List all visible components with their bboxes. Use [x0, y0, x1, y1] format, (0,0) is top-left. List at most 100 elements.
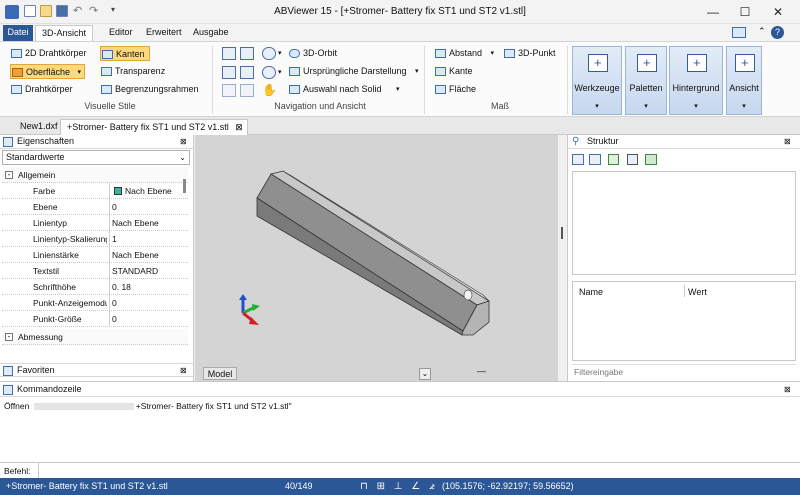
tab-editor[interactable]: Editor	[103, 25, 139, 41]
property-value[interactable]: 0. 18	[109, 279, 131, 295]
property-row[interactable]: Punkt-Größe 0	[2, 311, 188, 327]
tools-button[interactable]: Werkzeuge ▾	[572, 46, 622, 115]
command-input[interactable]	[38, 463, 798, 478]
property-value[interactable]: Nach Ebene	[109, 215, 159, 231]
point-3d-button[interactable]: 3D-Punkt	[503, 46, 556, 61]
property-row[interactable]: Linientyp Nach Ebene	[2, 215, 188, 231]
split-view-icon[interactable]	[589, 154, 601, 165]
structure-tree[interactable]	[572, 171, 796, 275]
close-button[interactable]: ✕	[765, 3, 791, 21]
edge-label: Kante	[449, 66, 473, 76]
command-icon	[3, 385, 13, 395]
initial-view-icon	[289, 67, 300, 76]
property-value[interactable]: 0	[109, 199, 117, 215]
column-header-value[interactable]: Wert	[688, 287, 707, 297]
snap-icons[interactable]: ⊓ ⊞ ⊥ ∠ ⦨	[360, 478, 438, 495]
tab-ausgabe[interactable]: Ausgabe	[187, 25, 235, 41]
doc-tab-stl[interactable]: +Stromer- Battery fix ST1 und ST2 v1.stl…	[60, 119, 248, 135]
zoom-extents-icon[interactable]	[240, 47, 254, 60]
section-general[interactable]: - Allgemein	[2, 167, 188, 183]
tab-erweitert[interactable]: Erweitert	[140, 25, 188, 41]
property-row[interactable]: Textstil STANDARD	[2, 263, 188, 279]
surface-dropdown[interactable]: Oberfläche ▾	[10, 64, 86, 79]
filter-input[interactable]: Filtereingabe	[572, 364, 796, 378]
refresh-icon[interactable]	[645, 154, 657, 165]
select-by-solid-dropdown[interactable]: Auswahl nach Solid ▾	[288, 82, 402, 97]
print-icon[interactable]	[627, 154, 638, 165]
command-input-row[interactable]: Befehl:	[0, 462, 800, 478]
area-button[interactable]: Fläche	[434, 82, 476, 97]
doc-tab-new1[interactable]: New1.dxf	[14, 119, 64, 135]
properties-icon	[3, 137, 13, 147]
fit-icon[interactable]	[240, 66, 254, 79]
transparency-button[interactable]: Transparenz	[100, 64, 165, 79]
collapse-icon[interactable]: -	[5, 333, 13, 341]
defaults-select[interactable]: Standardwerte ⌄	[2, 150, 190, 165]
maximize-button[interactable]: ☐	[732, 3, 758, 21]
initial-view-dropdown[interactable]: Ursprüngliche Darstellung ▾	[288, 64, 421, 79]
property-value[interactable]: 0	[109, 295, 117, 311]
edge-button[interactable]: Kante	[434, 64, 473, 79]
close-icon[interactable]: ⊠	[235, 120, 243, 135]
export-icon[interactable]	[608, 154, 619, 165]
close-icon[interactable]: ⊠	[180, 135, 187, 148]
background-button[interactable]: Hintergrund ▾	[669, 46, 723, 115]
palettes-button[interactable]: Paletten ▾	[625, 46, 667, 115]
properties-grid[interactable]: Name Wert	[572, 281, 796, 361]
property-row[interactable]: Farbe Nach Ebene	[2, 183, 188, 199]
properties-panel: Eigenschaften ⊠ Standardwerte ⌄ - Allgem…	[0, 135, 194, 381]
snap-icon[interactable]	[222, 84, 236, 97]
close-icon[interactable]: ⊠	[784, 135, 791, 148]
collapse-ribbon-icon[interactable]: ⌃	[758, 26, 766, 37]
select-icon[interactable]	[240, 84, 254, 97]
property-value[interactable]: Nach Ebene	[109, 247, 159, 263]
bounding-box-button[interactable]: Begrenzungsrahmen	[100, 82, 199, 97]
viewport-splitter-right[interactable]	[558, 135, 567, 381]
zoom-window-icon[interactable]	[222, 47, 236, 60]
wireframe-2d-button[interactable]: 2D Drahtkörper	[10, 46, 87, 61]
property-row[interactable]: Schrifthöhe 0. 18	[2, 279, 188, 295]
help-icon[interactable]: ?	[771, 26, 784, 39]
model-3d-render[interactable]	[195, 135, 558, 381]
edges-button[interactable]: Kanten	[100, 46, 150, 61]
minimize-button[interactable]: —	[700, 3, 726, 21]
layout-tabs-dropdown-icon[interactable]: ⌄	[419, 368, 431, 380]
pan-hand-icon[interactable]: ✋	[262, 83, 277, 97]
chevron-down-icon: ▾	[644, 103, 648, 110]
zoom-out-dropdown-icon[interactable]: ▾	[278, 68, 282, 76]
tab-datei[interactable]: Datei	[3, 25, 33, 41]
layout-icon[interactable]	[732, 27, 746, 38]
status-file: +Stromer- Battery fix ST1 und ST2 v1.stl	[6, 481, 168, 491]
orbit-3d-button[interactable]: 3D-Orbit	[288, 46, 337, 61]
list-view-icon[interactable]	[572, 154, 584, 165]
move-icon[interactable]	[222, 66, 236, 79]
zoom-out-icon[interactable]	[262, 66, 276, 79]
properties-scrollbar[interactable]	[183, 179, 186, 193]
zoom-in-icon[interactable]	[262, 47, 276, 60]
section-dimension[interactable]: - Abmessung	[2, 329, 188, 345]
property-value[interactable]: Nach Ebene	[109, 183, 172, 199]
property-row[interactable]: Linienstärke Nach Ebene	[2, 247, 188, 263]
property-value[interactable]: STANDARD	[109, 263, 158, 279]
zoom-in-dropdown-icon[interactable]: ▾	[278, 49, 282, 57]
column-header-name[interactable]: Name	[579, 287, 603, 297]
column-divider	[684, 285, 685, 297]
wireframe-button[interactable]: Drahtkörper	[10, 82, 73, 97]
collapse-icon[interactable]: -	[5, 171, 13, 179]
wireframe-2d-icon	[11, 49, 22, 58]
property-value[interactable]: 1	[109, 231, 117, 247]
favorites-header[interactable]: Favoriten ⊠	[0, 363, 193, 377]
redacted-path	[33, 403, 134, 411]
property-value[interactable]: 0	[109, 311, 117, 327]
property-row[interactable]: Punkt-Anzeigemodus 0	[2, 295, 188, 311]
close-icon[interactable]: ⊠	[784, 383, 791, 396]
tab-3d-ansicht[interactable]: 3D-Ansicht	[35, 25, 94, 42]
3d-viewport[interactable]: Model ⌄ —	[195, 135, 558, 381]
property-row[interactable]: Ebene 0	[2, 199, 188, 215]
model-tab[interactable]: Model	[203, 367, 237, 380]
property-row[interactable]: Linientyp-Skalierung 1	[2, 231, 188, 247]
view-button[interactable]: Ansicht ▾	[726, 46, 762, 115]
close-icon[interactable]: ⊠	[180, 364, 187, 377]
distance-dropdown[interactable]: Abstand ▾	[434, 46, 496, 61]
initial-view-label: Ursprüngliche Darstellung	[303, 66, 407, 76]
